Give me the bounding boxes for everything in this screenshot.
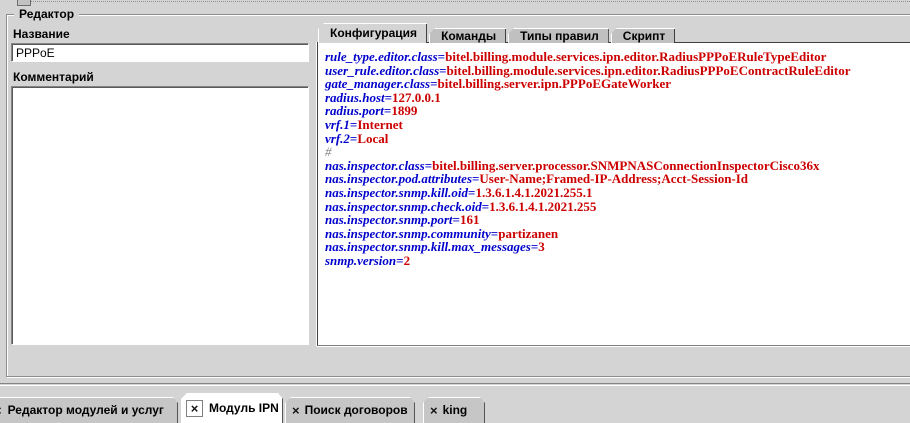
- clipped-window-fragment: [17, 0, 31, 6]
- config-line: radius.host=127.0.0.1: [325, 91, 910, 105]
- config-key: snmp.version: [325, 253, 396, 268]
- tab-configuration[interactable]: Конфигурация: [318, 23, 427, 43]
- editor-group-title: Редактор: [14, 7, 79, 21]
- config-editor-area[interactable]: rule_type.editor.class=bitel.billing.mod…: [318, 43, 910, 268]
- bottom-tab-label: Редактор модулей и услуг: [8, 403, 164, 417]
- config-line: nas.inspector.snmp.check.oid=1.3.6.1.4.1…: [325, 200, 910, 214]
- config-line: gate_manager.class=bitel.billing.server.…: [325, 77, 910, 91]
- close-icon[interactable]: ×: [430, 404, 438, 417]
- tab-script[interactable]: Скрипт: [611, 28, 676, 43]
- config-line: radius.port=1899: [325, 104, 910, 118]
- config-line: nas.inspector.snmp.kill.oid=1.3.6.1.4.1.…: [325, 186, 910, 200]
- config-line: nas.inspector.class=bitel.billing.server…: [325, 159, 910, 173]
- config-tab-bar: КонфигурацияКомандыТипы правилСкрипт: [318, 24, 675, 43]
- tab-commands[interactable]: Команды: [429, 28, 506, 43]
- config-value: 3: [538, 239, 545, 254]
- config-line: nas.inspector.snmp.kill.max_messages=3: [325, 240, 910, 254]
- bottom-separator: [0, 383, 910, 386]
- config-value: bitel.billing.server.ipn.PPPoEGateWorker: [438, 76, 672, 91]
- tab-rule-types[interactable]: Типы правил: [508, 28, 609, 43]
- config-line: nas.inspector.snmp.port=161: [325, 213, 910, 227]
- focus-dotted-line: [31, 1, 910, 2]
- config-line: vrf.1=Internet: [325, 118, 910, 132]
- config-line: #: [325, 145, 910, 159]
- close-icon[interactable]: ×: [0, 404, 2, 417]
- config-value: 2: [404, 253, 411, 268]
- comment-label: Комментарий: [13, 70, 94, 84]
- configuration-panel: rule_type.editor.class=bitel.billing.mod…: [317, 42, 910, 346]
- config-equals: =: [396, 253, 403, 268]
- config-value: Local: [357, 131, 388, 146]
- name-input[interactable]: [11, 43, 309, 62]
- config-line: vrf.2=Local: [325, 132, 910, 146]
- config-line: user_rule.editor.class=bitel.billing.mod…: [325, 64, 910, 78]
- name-label: Название: [13, 27, 70, 41]
- bottom-tab-contract-search[interactable]: × Поиск договоров: [285, 397, 415, 423]
- config-line: snmp.version=2: [325, 254, 910, 268]
- ipn-module-editor-window: { "editor_group": { "title": "Редактор",…: [0, 0, 910, 420]
- comment-textarea[interactable]: [11, 86, 309, 345]
- bottom-tab-king[interactable]: × king: [423, 397, 485, 423]
- close-icon[interactable]: ×: [292, 404, 300, 417]
- bottom-tab-label: Поиск договоров: [305, 403, 408, 417]
- close-icon[interactable]: ×: [186, 400, 203, 417]
- config-line: rule_type.editor.class=bitel.billing.mod…: [325, 50, 910, 64]
- bottom-tab-label: king: [443, 403, 468, 417]
- config-line: nas.inspector.pod.attributes=User-Name;F…: [325, 172, 910, 186]
- bottom-tab-label: Модуль IPN: [209, 401, 279, 415]
- config-line: nas.inspector.snmp.community=partizanen: [325, 227, 910, 241]
- bottom-tab-module-ipn[interactable]: × Модуль IPN: [181, 393, 283, 423]
- config-value: 1.3.6.1.4.1.2021.255: [489, 199, 596, 214]
- bottom-tab-module-editor[interactable]: × Редактор модулей и услуг: [0, 397, 178, 423]
